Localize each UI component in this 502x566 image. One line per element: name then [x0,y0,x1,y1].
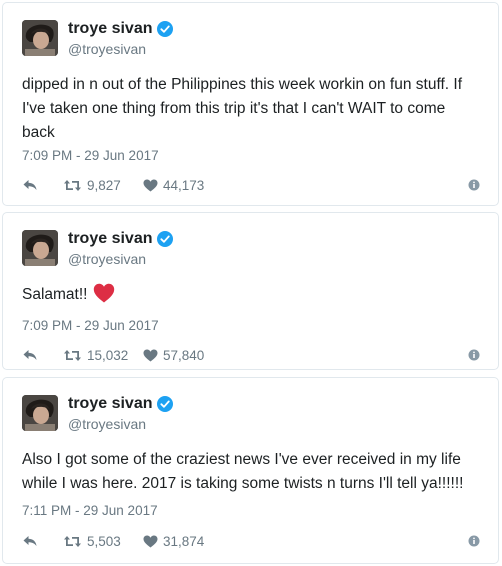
verified-badge-icon [157,21,174,37]
retweet-icon [63,349,82,362]
retweet-button[interactable]: 5,503 [63,534,143,549]
like-button[interactable]: 57,840 [143,348,204,363]
tweet-card[interactable]: troye sivan @troyesivan Also I got some … [2,377,499,564]
reply-icon [22,534,38,548]
info-icon [468,179,480,191]
tweet-card[interactable]: troye sivan @troyesivan dipped in n out … [2,2,499,206]
user-handle[interactable]: @troyesivan [68,416,146,432]
tweet-timestamp[interactable]: 7:09 PM - 29 Jun 2017 [22,318,159,333]
tweet-timestamp[interactable]: 7:11 PM - 29 Jun 2017 [22,503,158,518]
like-count: 44,173 [163,177,205,193]
display-name-text[interactable]: troye sivan [68,20,152,38]
like-count: 31,874 [163,533,205,549]
info-icon [468,535,480,547]
red-heart-emoji [93,283,115,303]
reply-icon [22,348,38,362]
reply-button[interactable] [22,178,48,192]
display-name[interactable]: troye sivan [68,230,174,248]
display-name[interactable]: troye sivan [68,395,174,413]
display-name-text[interactable]: troye sivan [68,395,152,413]
tweet-card[interactable]: troye sivan @troyesivan Salamat!! 7:09 P… [2,212,499,370]
display-name[interactable]: troye sivan [68,20,174,38]
verified-badge-icon [157,396,174,412]
tweet-text: Salamat!! [22,283,482,307]
tweet-actions: 15,032 57,840 [22,346,480,364]
tweet-actions: 5,503 31,874 [22,532,480,550]
heart-icon [143,535,158,548]
user-handle[interactable]: @troyesivan [68,41,146,57]
avatar[interactable] [22,395,58,431]
heart-icon [143,349,158,362]
display-name-text[interactable]: troye sivan [68,230,152,248]
retweet-count: 15,032 [87,347,129,363]
user-handle[interactable]: @troyesivan [68,251,146,267]
tweet-text: Also I got some of the craziest news I'v… [22,451,464,492]
retweet-button[interactable]: 9,827 [63,178,143,193]
retweet-count: 9,827 [87,177,121,193]
retweet-button[interactable]: 15,032 [63,348,143,363]
avatar[interactable] [22,20,58,56]
heart-icon [143,179,158,192]
retweet-icon [63,535,82,548]
info-icon [468,349,480,361]
tweet-text-content: Salamat!! [22,286,88,303]
tweet-text: dipped in n out of the Philippines this … [22,76,463,141]
reply-button[interactable] [22,348,48,362]
reply-icon [22,178,38,192]
like-button[interactable]: 31,874 [143,534,204,549]
like-count: 57,840 [163,347,205,363]
retweet-count: 5,503 [87,533,121,549]
retweet-icon [63,179,82,192]
info-button[interactable] [468,535,480,547]
info-button[interactable] [468,179,480,191]
like-button[interactable]: 44,173 [143,178,204,193]
tweet-actions: 9,827 44,173 [22,176,480,194]
verified-badge-icon [157,231,174,247]
tweet-timestamp[interactable]: 7:09 PM - 29 Jun 2017 [22,148,159,163]
avatar[interactable] [22,230,58,266]
reply-button[interactable] [22,534,48,548]
info-button[interactable] [468,349,480,361]
